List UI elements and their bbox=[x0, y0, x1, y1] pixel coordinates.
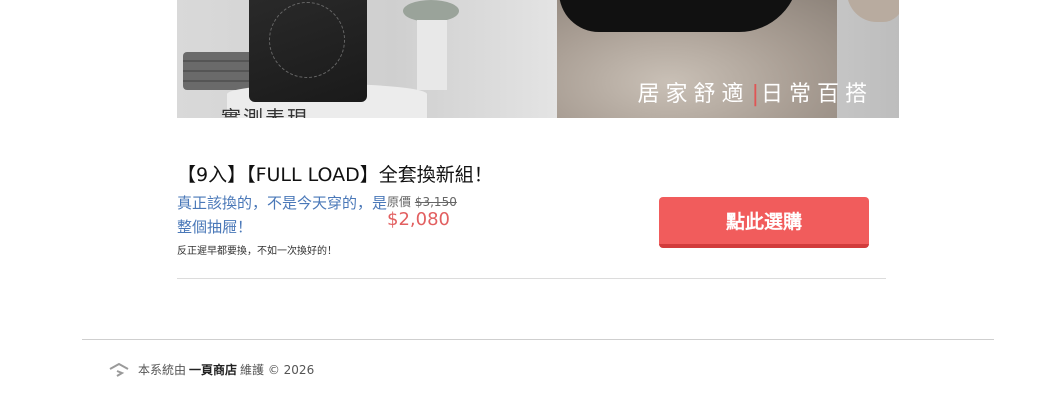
towels-graphic bbox=[183, 52, 253, 90]
store-logo-icon bbox=[109, 362, 129, 377]
footer-prefix: 本系統由 bbox=[138, 363, 187, 377]
footer-suffix: 維護 © 2026 bbox=[240, 363, 315, 377]
footer-brand-link[interactable]: 一頁商店 bbox=[189, 361, 237, 378]
banner-caption-right: 日常百搭 bbox=[760, 82, 873, 107]
footer: 本系統由 一頁商店 維護 © 2026 bbox=[108, 361, 314, 378]
page: 居家舒適|日常百搭 實測表現 【9入】【FULL LOAD】全套換新組！ 真正該… bbox=[0, 0, 1038, 399]
original-price-label: 原價 bbox=[387, 195, 412, 209]
product-title: 【9入】【FULL LOAD】全套換新組！ bbox=[177, 164, 493, 186]
product-bag-graphic bbox=[249, 0, 367, 102]
dial-graphic bbox=[269, 2, 345, 78]
footer-divider bbox=[82, 339, 994, 340]
original-price-value: $3,150 bbox=[414, 195, 457, 209]
product-subnote: 反正遲早都要換，不如一次換好的！ bbox=[177, 246, 337, 257]
original-price: 原價 $3,150 bbox=[387, 193, 457, 210]
caption-separator: | bbox=[751, 82, 759, 107]
banner-caption: 居家舒適|日常百搭 bbox=[638, 76, 873, 108]
product-tagline: 真正該換的，不是今天穿的，是整個抽屜！ bbox=[177, 194, 388, 236]
product-divider bbox=[177, 278, 886, 279]
vase-graphic bbox=[417, 20, 447, 90]
model-hand-graphic bbox=[847, 0, 899, 22]
buy-button[interactable]: 點此選購 bbox=[659, 197, 869, 248]
banner-corner-text: 實測表現 bbox=[221, 106, 309, 118]
plant-graphic bbox=[403, 0, 459, 22]
banner-caption-left: 居家舒適 bbox=[637, 82, 750, 107]
product-banner-image: 居家舒適|日常百搭 實測表現 bbox=[177, 0, 899, 118]
sale-price: $2,080 bbox=[387, 209, 450, 230]
